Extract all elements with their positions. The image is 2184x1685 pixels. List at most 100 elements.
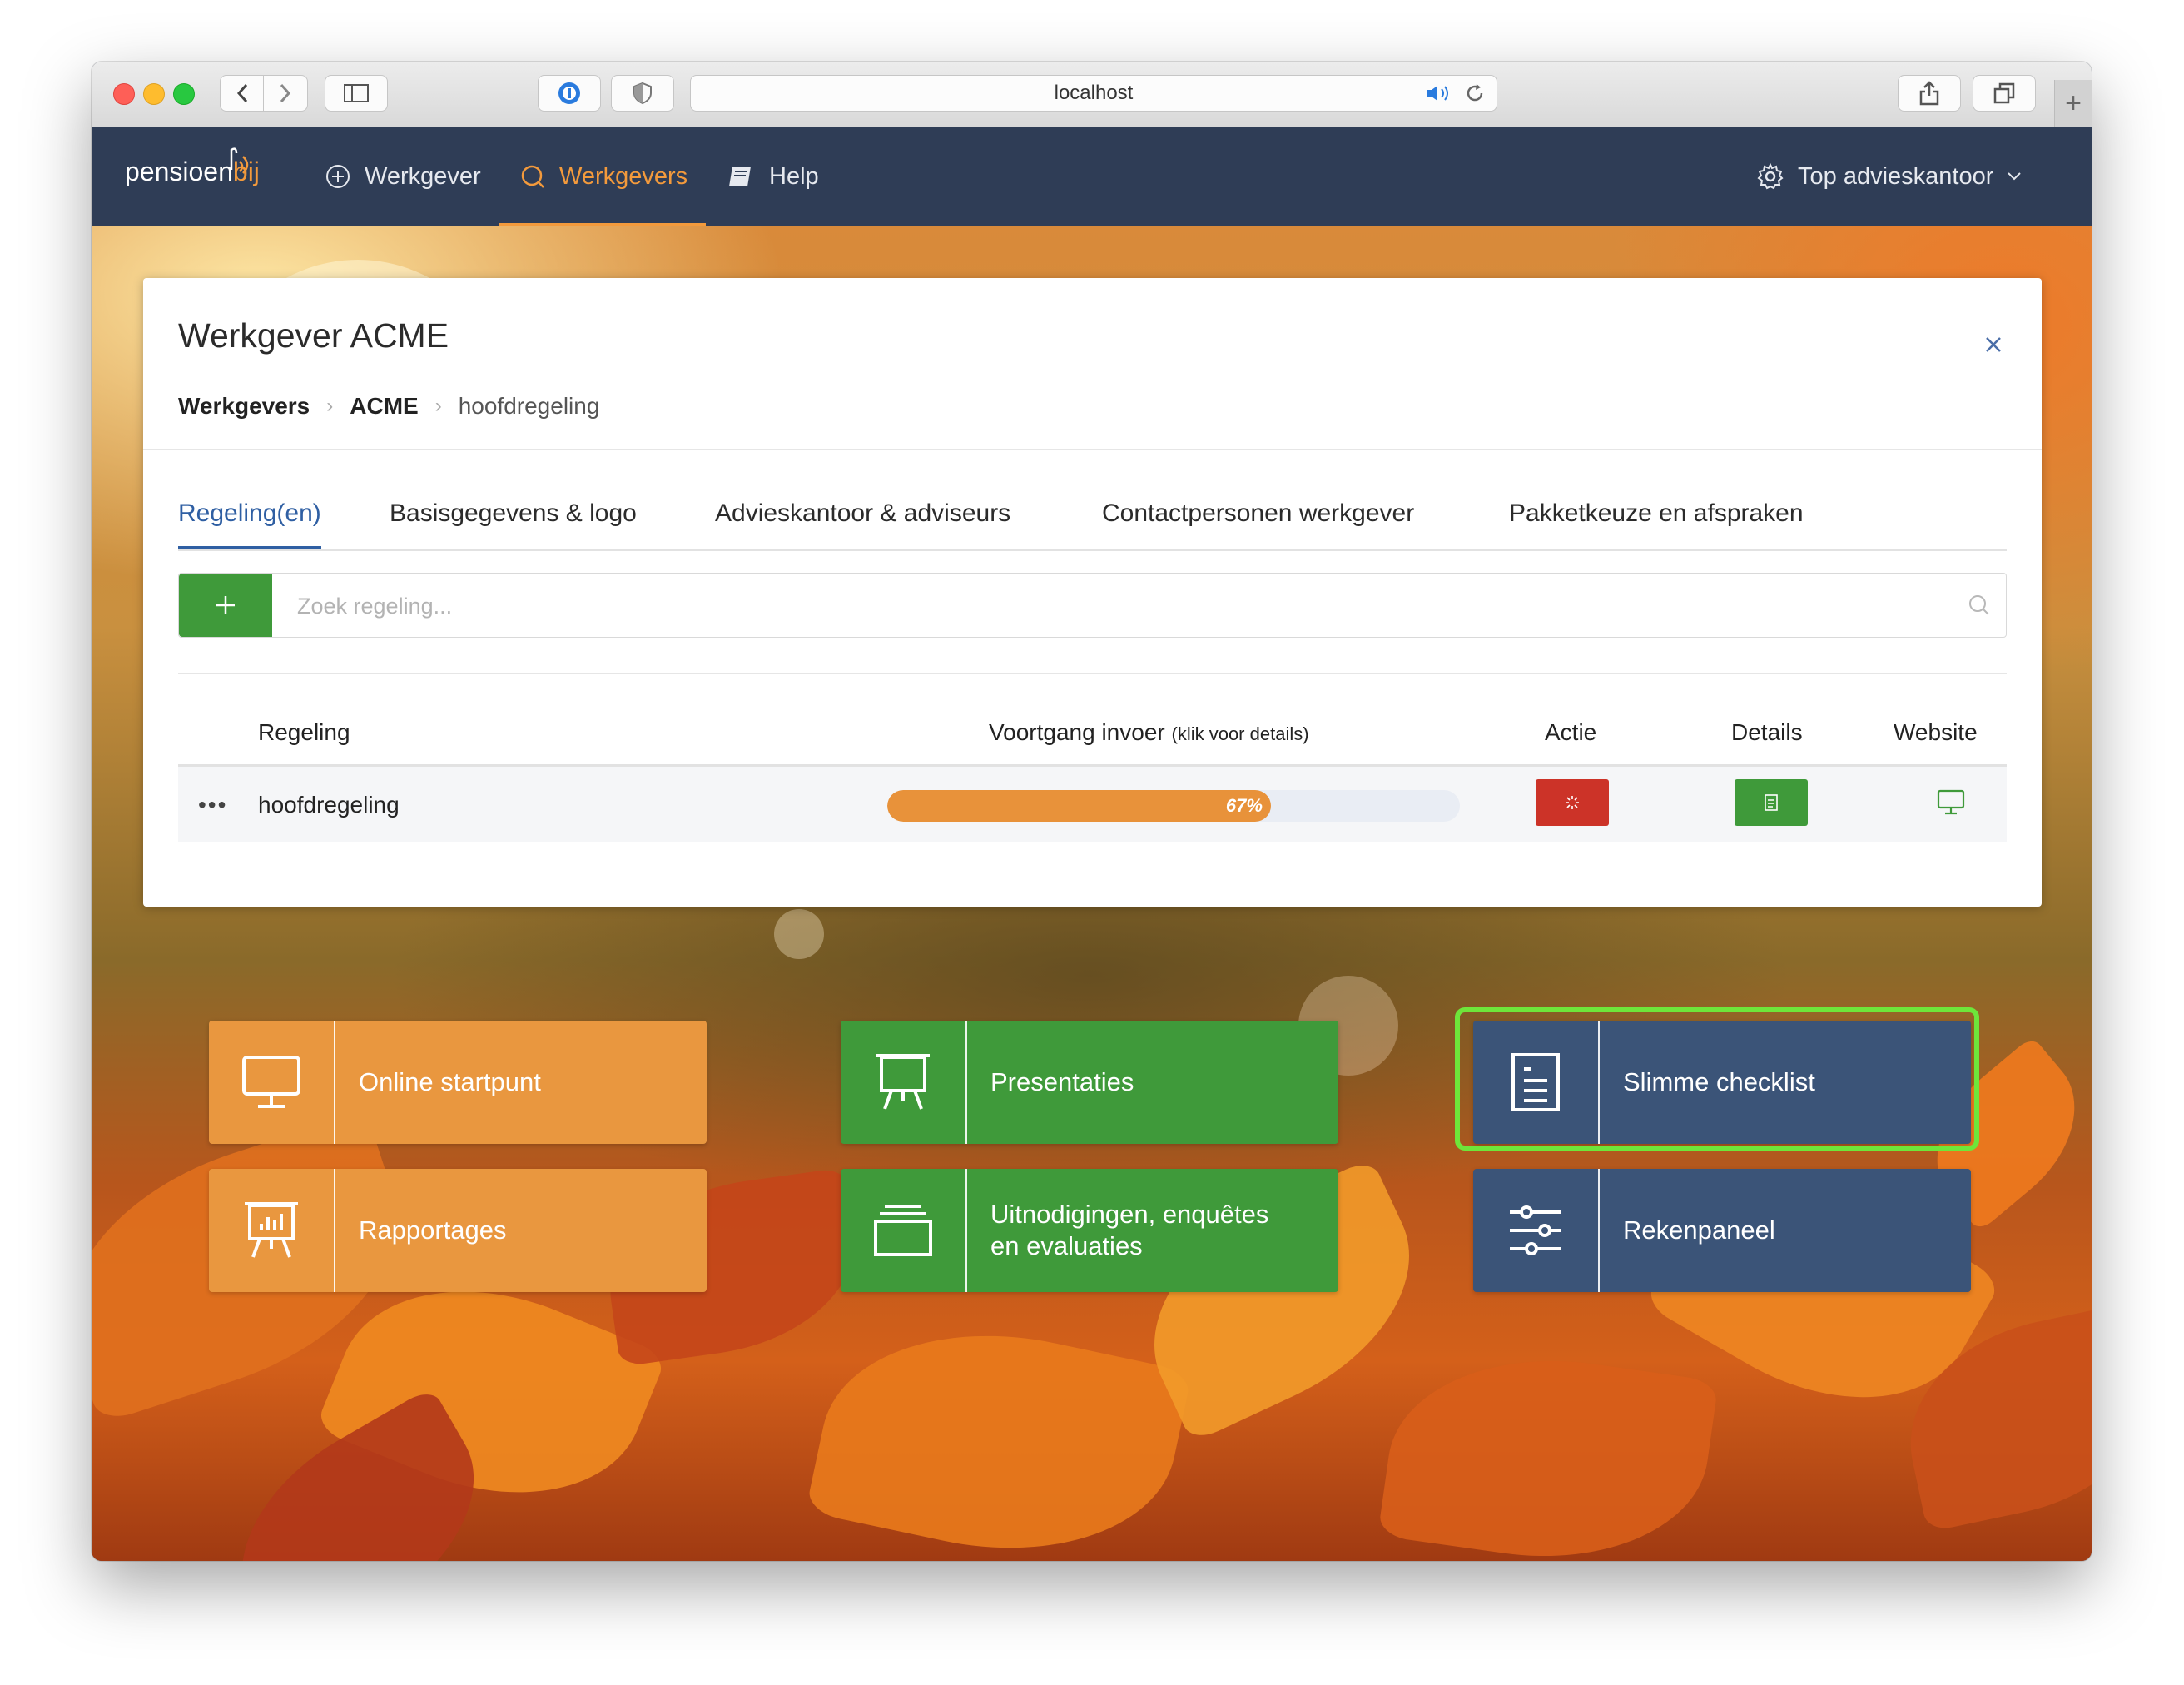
table-row[interactable]: ••• hoofdregeling 67% (178, 767, 2007, 842)
tile-icon-cell (209, 1169, 335, 1292)
plus-icon (216, 596, 235, 614)
tile-online-startpunt[interactable]: Online startpunt (209, 1021, 707, 1144)
back-button[interactable] (220, 75, 265, 112)
column-header-actie: Actie (1545, 719, 1597, 745)
tile-icon-cell (841, 1169, 967, 1292)
close-window-button[interactable] (113, 83, 135, 105)
row-menu-button[interactable]: ••• (198, 792, 227, 818)
breadcrumb-acme[interactable]: ACME (350, 393, 418, 420)
account-label: Top advieskantoor (1798, 162, 1994, 190)
leaf (805, 1300, 1193, 1561)
minimize-window-button[interactable] (143, 83, 165, 105)
monitor-icon (1937, 789, 1965, 815)
search-input[interactable] (272, 574, 1956, 639)
progress-bar[interactable]: 67% (887, 790, 1460, 822)
progress-fill: 67% (887, 790, 1271, 822)
tile-rapportages[interactable]: Rapportages (209, 1169, 707, 1292)
nav-werkgever-label: Werkgever (365, 162, 481, 190)
divider (143, 449, 2042, 450)
tile-rekenpaneel[interactable]: Rekenpaneel (1473, 1169, 1971, 1292)
app-navbar: pensioenbij Werkgever Werkgevers Help To… (92, 127, 2092, 226)
breadcrumb-werkgevers[interactable]: Werkgevers (178, 393, 310, 420)
tile-label: Rapportages (359, 1215, 507, 1245)
tile-label: Uitnodigingen, enquêtes en evaluaties (967, 1199, 1268, 1262)
sliders-icon (1510, 1205, 1561, 1255)
account-menu[interactable]: Top advieskantoor (1756, 127, 2022, 226)
password-button[interactable] (538, 75, 601, 112)
privacy-button[interactable] (611, 75, 674, 112)
url-text: localhost (1054, 82, 1134, 104)
tile-icon-cell (841, 1021, 967, 1144)
tile-icon-cell (209, 1021, 335, 1144)
close-icon (1986, 337, 2001, 352)
address-bar[interactable]: localhost (690, 75, 1497, 112)
website-button[interactable] (1914, 779, 1988, 826)
tile-label: Presentaties (990, 1067, 1134, 1096)
plus-circle-icon (326, 165, 350, 188)
column-header-voortgang-label: Voortgang invoer (989, 719, 1165, 745)
reload-icon[interactable] (1465, 83, 1485, 103)
werkgever-card: Werkgever ACME Werkgevers › ACME › hoofd… (143, 278, 2042, 907)
new-tab-button[interactable]: + (2054, 80, 2092, 127)
monitor-icon (242, 1056, 300, 1108)
gear-icon (1757, 162, 1784, 190)
tile-label: Rekenpaneel (1623, 1215, 1775, 1245)
nav-werkgever[interactable]: Werkgever (325, 127, 481, 226)
autumn-background: Werkgever ACME Werkgevers › ACME › hoofd… (92, 226, 2092, 1561)
close-button[interactable] (1985, 328, 2002, 360)
sound-icon[interactable] (1425, 84, 1453, 102)
zoom-window-button[interactable] (173, 83, 195, 105)
bokeh-light (774, 909, 824, 959)
logo[interactable]: pensioenbij (125, 147, 260, 187)
logo-text-main: pensioen (125, 157, 233, 186)
tab-advieskantoor[interactable]: Advieskantoor & adviseurs (715, 500, 1010, 528)
share-icon (1919, 81, 1939, 106)
row-name[interactable]: hoofdregeling (258, 792, 400, 818)
column-header-website: Website (1894, 719, 1978, 745)
stack-icon (874, 1205, 932, 1256)
search-row (178, 573, 2007, 639)
tab-contactpersonen[interactable]: Contactpersonen werkgever (1102, 500, 1414, 528)
column-header-voortgang-hint: (klik voor details) (1171, 723, 1309, 744)
action-button[interactable] (1536, 779, 1609, 826)
logo-sound-icon (230, 147, 249, 174)
nav-help[interactable]: Help (727, 127, 819, 226)
leaf (1377, 1337, 1719, 1561)
tab-basisgegevens[interactable]: Basisgegevens & logo (390, 500, 637, 528)
back-icon (236, 83, 248, 103)
tab-bar: Regeling(en) Basisgegevens & logo Advies… (178, 500, 2007, 551)
column-header-regeling: Regeling (258, 719, 350, 745)
tile-icon-cell (1473, 1169, 1600, 1292)
search-icon (521, 165, 544, 188)
chart-board-icon (245, 1202, 298, 1258)
sidebar-button[interactable] (325, 75, 388, 112)
page-title: Werkgever ACME (178, 316, 449, 355)
password-icon (558, 82, 580, 104)
tab-regelingen[interactable]: Regeling(en) (178, 500, 321, 549)
tile-presentaties[interactable]: Presentaties (841, 1021, 1338, 1144)
tile-label: Online startpunt (359, 1067, 541, 1096)
tabs-overview-button[interactable] (1973, 75, 2036, 112)
breadcrumb: Werkgevers › ACME › hoofdregeling (178, 393, 599, 420)
document-icon (1765, 794, 1778, 811)
tab-pakketkeuze[interactable]: Pakketkeuze en afspraken (1509, 500, 1804, 528)
browser-toolbar: localhost + (92, 62, 2092, 127)
sidebar-icon (344, 84, 369, 102)
search-icon[interactable] (1968, 594, 1991, 617)
tile-uitnodigingen[interactable]: Uitnodigingen, enquêtes en evaluaties (841, 1169, 1338, 1292)
chevron-right-icon: › (326, 395, 334, 417)
shield-icon (633, 82, 652, 105)
tile-label-line2: en evaluaties (990, 1231, 1143, 1260)
column-header-voortgang: Voortgang invoer (klik voor details) (989, 719, 1309, 746)
details-button[interactable] (1735, 779, 1808, 826)
nav-werkgevers-label: Werkgevers (559, 162, 688, 190)
browser-window: localhost + pensioenbij Werkgever Werkge… (92, 62, 2092, 1561)
presentation-icon (876, 1054, 930, 1110)
divider (178, 673, 2007, 674)
add-regeling-button[interactable] (179, 574, 272, 637)
nav-werkgevers[interactable]: Werkgevers (499, 127, 707, 226)
forward-button[interactable] (263, 75, 308, 112)
share-button[interactable] (1898, 75, 1961, 112)
progress-label: 67% (1225, 795, 1263, 816)
highlight-frame (1455, 1007, 1979, 1151)
